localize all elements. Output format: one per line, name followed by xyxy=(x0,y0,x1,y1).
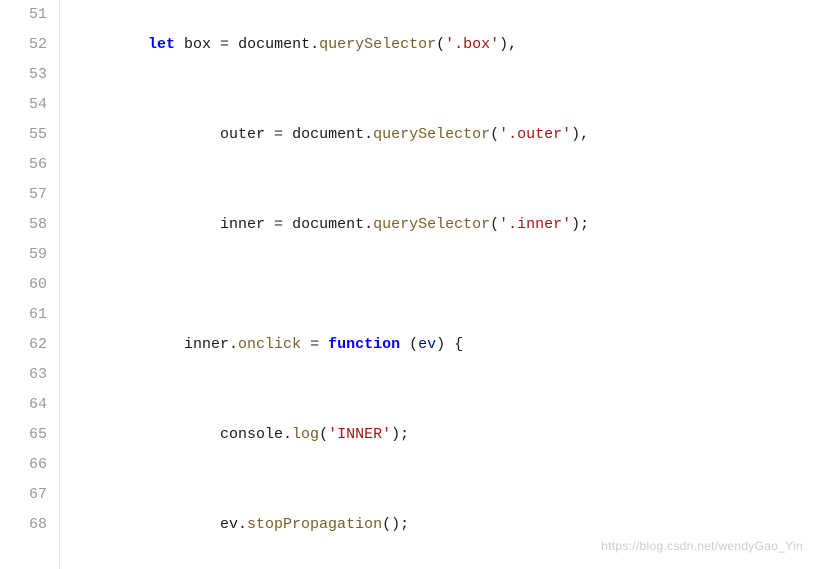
line-num-51: 51 xyxy=(0,0,59,30)
code-area: 51 52 53 54 55 56 57 58 59 60 61 62 63 6… xyxy=(0,0,815,569)
line-num-55: 55 xyxy=(0,120,59,150)
line-num-52: 52 xyxy=(0,30,59,60)
code-line-54 xyxy=(76,270,815,300)
code-line-56: console.log('INNER'); xyxy=(76,390,815,480)
code-line-51: let box = document.querySelector('.box')… xyxy=(76,0,815,90)
line-num-61: 61 xyxy=(0,300,59,330)
line-num-57: 57 xyxy=(0,180,59,210)
line-num-67: 67 xyxy=(0,480,59,510)
line-num-63: 63 xyxy=(0,360,59,390)
line-num-68: 68 xyxy=(0,510,59,540)
code-content[interactable]: let box = document.querySelector('.box')… xyxy=(60,0,815,569)
code-editor: 51 52 53 54 55 56 57 58 59 60 61 62 63 6… xyxy=(0,0,815,569)
line-num-56: 56 xyxy=(0,150,59,180)
code-line-53: inner = document.querySelector('.inner')… xyxy=(76,180,815,270)
keyword-let: let xyxy=(148,36,175,53)
line-num-58: 58 xyxy=(0,210,59,240)
line-num-66: 66 xyxy=(0,450,59,480)
code-line-55: inner.onclick = function (ev) { xyxy=(76,300,815,390)
line-num-60: 60 xyxy=(0,270,59,300)
watermark: https://blog.csdn.net/wendyGao_Yin xyxy=(601,531,803,561)
line-num-54: 54 xyxy=(0,90,59,120)
line-num-62: 62 xyxy=(0,330,59,360)
line-numbers: 51 52 53 54 55 56 57 58 59 60 61 62 63 6… xyxy=(0,0,60,569)
code-line-52: outer = document.querySelector('.outer')… xyxy=(76,90,815,180)
line-num-59: 59 xyxy=(0,240,59,270)
line-num-64: 64 xyxy=(0,390,59,420)
line-num-65: 65 xyxy=(0,420,59,450)
line-num-53: 53 xyxy=(0,60,59,90)
